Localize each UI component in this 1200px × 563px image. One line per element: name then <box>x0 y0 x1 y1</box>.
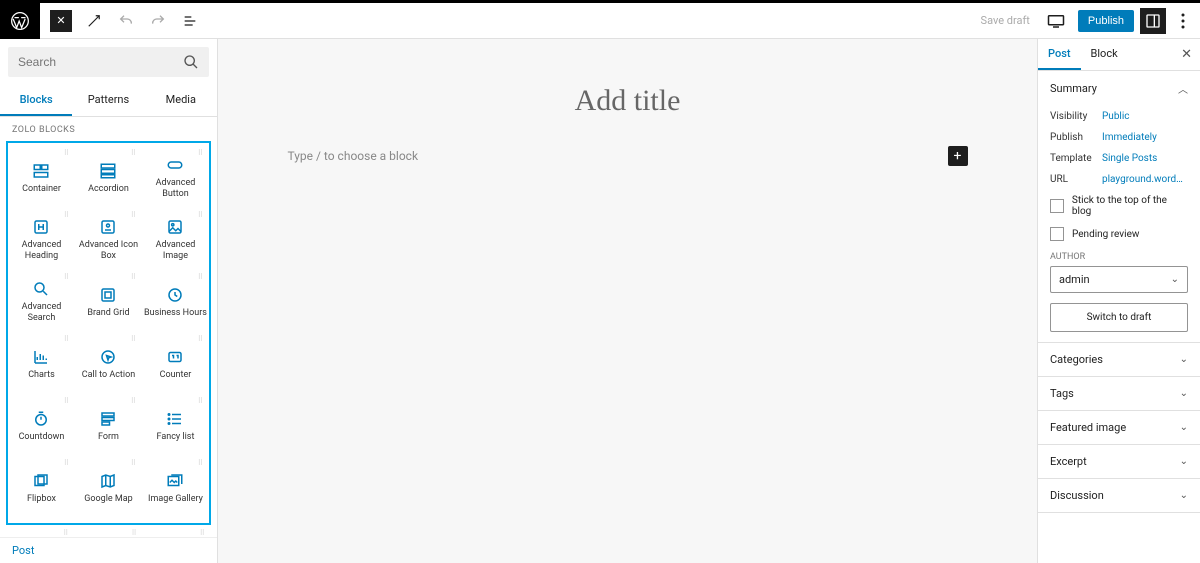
visibility-value[interactable]: Public <box>1102 111 1188 122</box>
tools-button[interactable] <box>78 5 110 37</box>
tab-media[interactable]: Media <box>145 85 217 116</box>
block-flipbox[interactable]: Flipbox <box>8 457 75 519</box>
cta-icon <box>99 348 117 366</box>
panel-categories[interactable]: Categories⌄ <box>1038 343 1200 376</box>
flipbox-icon <box>32 472 50 490</box>
inserter-footer-link[interactable]: Post <box>0 537 217 563</box>
editor-header: ✕ Save draft Publish <box>0 3 1200 39</box>
chevron-down-icon: ⌄ <box>1180 490 1188 501</box>
tab-block[interactable]: Block <box>1081 39 1128 70</box>
block-image-gallery[interactable]: Image Gallery <box>142 457 209 519</box>
preview-button[interactable] <box>1040 5 1072 37</box>
block-call-to-action[interactable]: Call to Action <box>75 333 142 395</box>
block-prompt[interactable]: Type / to choose a block <box>288 149 419 163</box>
url-value[interactable]: playground.wordpress... <box>1102 174 1188 185</box>
pending-checkbox[interactable] <box>1050 227 1064 241</box>
settings-sidebar: Post Block ✕ Summary ︿ VisibilityPublic … <box>1037 39 1200 563</box>
tab-blocks[interactable]: Blocks <box>0 85 72 116</box>
wordpress-logo[interactable] <box>0 3 40 39</box>
block-extra-3[interactable] <box>143 527 211 537</box>
author-select[interactable]: admin⌄ <box>1050 266 1188 293</box>
options-button[interactable] <box>1172 8 1194 34</box>
grid-icon <box>99 286 117 304</box>
panel-summary-header[interactable]: Summary ︿ <box>1038 71 1200 106</box>
image-icon <box>166 218 184 236</box>
chevron-up-icon: ︿ <box>1178 81 1188 96</box>
block-extra-2[interactable] <box>74 527 142 537</box>
countdown-icon <box>32 410 50 428</box>
zolo-blocks-group: Container Accordion Advanced Button Adva… <box>6 141 211 525</box>
block-advanced-image[interactable]: Advanced Image <box>142 209 209 271</box>
block-advanced-search[interactable]: Advanced Search <box>8 271 75 333</box>
close-inserter-button[interactable]: ✕ <box>50 10 72 32</box>
block-category-label: ZOLO BLOCKS <box>0 117 217 139</box>
redo-button[interactable] <box>142 5 174 37</box>
tab-patterns[interactable]: Patterns <box>72 85 144 116</box>
search-block-icon <box>32 280 50 298</box>
accordion-icon <box>99 162 117 180</box>
chevron-down-icon: ⌄ <box>1180 354 1188 365</box>
panel-tags[interactable]: Tags⌄ <box>1038 377 1200 410</box>
block-counter[interactable]: Counter <box>142 333 209 395</box>
undo-button[interactable] <box>110 5 142 37</box>
counter-icon <box>166 348 184 366</box>
block-form[interactable]: Form <box>75 395 142 457</box>
block-accordion[interactable]: Accordion <box>75 147 142 209</box>
search-icon <box>183 54 199 70</box>
inserter-tabs: Blocks Patterns Media <box>0 85 217 117</box>
panel-featured-image[interactable]: Featured image⌄ <box>1038 411 1200 444</box>
block-fancy-list[interactable]: Fancy list <box>142 395 209 457</box>
panel-discussion[interactable]: Discussion⌄ <box>1038 479 1200 512</box>
editor-canvas: Add title Type / to choose a block + <box>218 39 1037 563</box>
block-brand-grid[interactable]: Brand Grid <box>75 271 142 333</box>
switch-to-draft-button[interactable]: Switch to draft <box>1050 303 1188 332</box>
block-inserter-panel: Blocks Patterns Media ZOLO BLOCKS Contai… <box>0 39 218 563</box>
settings-toggle[interactable] <box>1140 8 1166 34</box>
map-icon <box>99 472 117 490</box>
block-countdown[interactable]: Countdown <box>8 395 75 457</box>
gallery-icon <box>166 472 184 490</box>
button-icon <box>166 156 184 174</box>
chevron-down-icon: ⌄ <box>1180 456 1188 467</box>
form-icon <box>99 410 117 428</box>
block-google-map[interactable]: Google Map <box>75 457 142 519</box>
charts-icon <box>32 348 50 366</box>
block-advanced-icon-box[interactable]: Advanced Icon Box <box>75 209 142 271</box>
panel-excerpt[interactable]: Excerpt⌄ <box>1038 445 1200 478</box>
block-extra-1[interactable] <box>6 527 74 537</box>
block-search[interactable] <box>8 47 209 77</box>
publish-button[interactable]: Publish <box>1078 10 1134 32</box>
icon-box-icon <box>99 218 117 236</box>
sticky-checkbox[interactable] <box>1050 199 1064 213</box>
chevron-down-icon: ⌄ <box>1180 422 1188 433</box>
list-icon <box>166 410 184 428</box>
block-advanced-heading[interactable]: Advanced Heading <box>8 209 75 271</box>
post-title-input[interactable]: Add title <box>575 84 681 118</box>
chevron-down-icon: ⌄ <box>1180 388 1188 399</box>
add-block-button[interactable]: + <box>948 146 968 166</box>
publish-value[interactable]: Immediately <box>1102 132 1188 143</box>
container-icon <box>32 162 50 180</box>
template-value[interactable]: Single Posts <box>1102 153 1188 164</box>
save-draft-button[interactable]: Save draft <box>981 14 1030 27</box>
block-charts[interactable]: Charts <box>8 333 75 395</box>
chevron-down-icon: ⌄ <box>1171 274 1179 285</box>
search-input[interactable] <box>18 55 183 69</box>
clock-icon <box>166 286 184 304</box>
block-business-hours[interactable]: Business Hours <box>142 271 209 333</box>
document-overview-button[interactable] <box>174 5 206 37</box>
heading-icon <box>32 218 50 236</box>
close-sidebar-button[interactable]: ✕ <box>1181 47 1192 62</box>
block-container[interactable]: Container <box>8 147 75 209</box>
tab-post[interactable]: Post <box>1038 39 1081 70</box>
block-advanced-button[interactable]: Advanced Button <box>142 147 209 209</box>
